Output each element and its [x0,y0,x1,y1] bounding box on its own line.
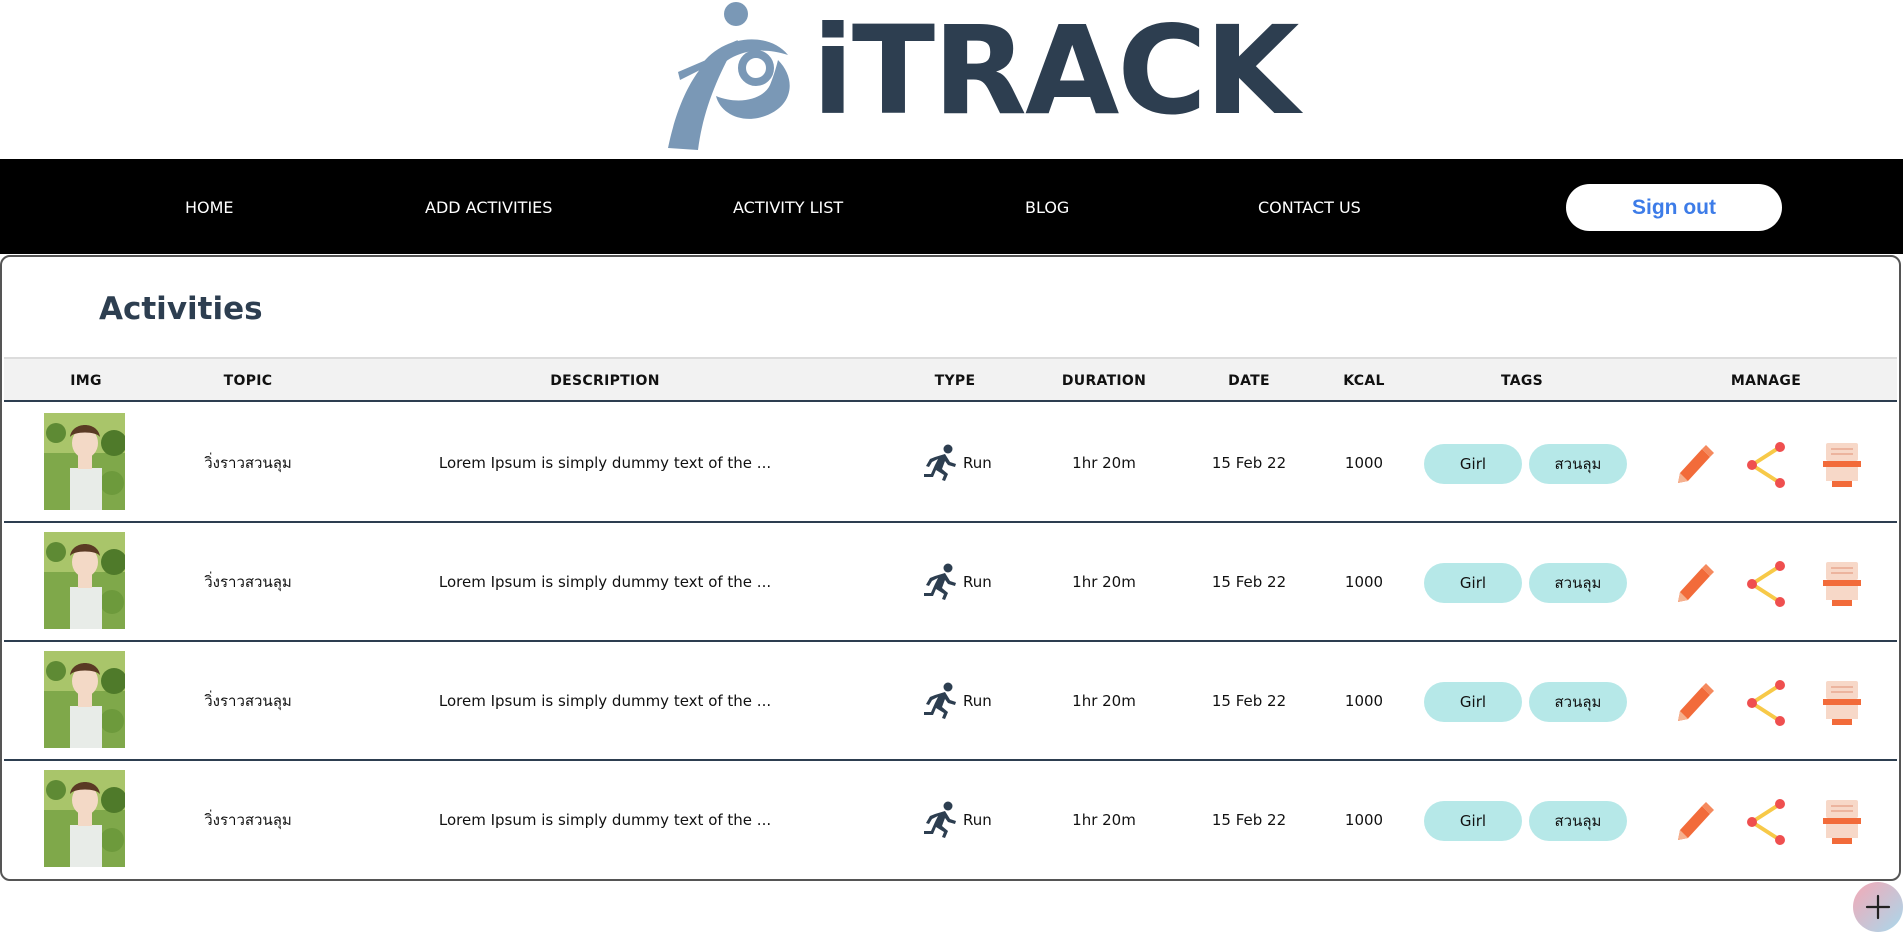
date-cell: 15 Feb 22 [1211,454,1287,472]
activities-panel: Activities IMG TOPIC DESCRIPTION TYPE DU… [0,255,1901,881]
edit-pencil-icon[interactable] [1670,679,1714,727]
nav-item-add-activities[interactable]: ADD ACTIVITIES [425,159,552,254]
tag-badge[interactable]: สวนลุม [1529,444,1627,484]
type-cell: Run [921,404,992,521]
kcal-cell: 1000 [1344,811,1384,829]
plus-icon [1865,894,1891,920]
tag-badge[interactable]: สวนลุม [1529,682,1627,722]
main-navbar: HOME ADD ACTIVITIES ACTIVITY LIST BLOG C… [0,159,1903,254]
kcal-cell: 1000 [1344,573,1384,591]
type-label: Run [963,810,992,829]
tag-badge[interactable]: Girl [1424,682,1522,722]
nav-item-activity-list[interactable]: ACTIVITY LIST [733,159,843,254]
share-icon[interactable] [1744,679,1788,727]
nav-item-contact-us[interactable]: CONTACT US [1258,159,1361,254]
delete-trash-icon[interactable] [1820,441,1864,489]
page-title: Activities [99,291,263,327]
table-row: วิ่งราวสวนลุม Lorem Ipsum is simply dumm… [4,523,1897,642]
table-row: วิ่งราวสวนลุม Lorem Ipsum is simply dumm… [4,642,1897,761]
column-header-description: DESCRIPTION [550,373,660,389]
running-icon [924,682,956,719]
description-cell: Lorem Ipsum is simply dummy text of the … [438,811,772,829]
running-icon [924,801,956,838]
edit-pencil-icon[interactable] [1670,441,1714,489]
share-icon[interactable] [1744,441,1788,489]
duration-cell: 1hr 20m [1072,573,1136,591]
tag-badge[interactable]: สวนลุม [1529,801,1627,841]
date-cell: 15 Feb 22 [1211,692,1287,710]
sign-out-button[interactable]: Sign out [1566,184,1782,231]
delete-trash-icon[interactable] [1820,679,1864,727]
share-icon[interactable] [1744,798,1788,846]
column-header-tags: TAGS [1500,373,1544,389]
kcal-cell: 1000 [1344,692,1384,710]
duration-cell: 1hr 20m [1072,811,1136,829]
column-header-type: TYPE [934,373,976,389]
running-icon [924,444,956,481]
nav-item-blog[interactable]: BLOG [1025,159,1069,254]
column-header-duration: DURATION [1061,373,1147,389]
table-row: วิ่งราวสวนลุม Lorem Ipsum is simply dumm… [4,761,1897,879]
description-cell: Lorem Ipsum is simply dummy text of the … [438,573,772,591]
column-header-date: DATE [1228,373,1270,389]
add-activity-fab[interactable] [1853,882,1903,932]
tag-badge[interactable]: Girl [1424,444,1522,484]
column-header-img: IMG [70,373,102,389]
kcal-cell: 1000 [1344,454,1384,472]
activity-thumbnail [44,532,125,629]
topic-cell: วิ่งราวสวนลุม [204,811,292,829]
type-label: Run [963,691,992,710]
description-cell: Lorem Ipsum is simply dummy text of the … [438,454,772,472]
nav-item-home[interactable]: HOME [185,159,234,254]
topic-cell: วิ่งราวสวนลุม [204,454,292,472]
duration-cell: 1hr 20m [1072,454,1136,472]
description-cell: Lorem Ipsum is simply dummy text of the … [438,692,772,710]
edit-pencil-icon[interactable] [1670,560,1714,608]
duration-cell: 1hr 20m [1072,692,1136,710]
date-cell: 15 Feb 22 [1211,573,1287,591]
activity-thumbnail [44,651,125,748]
tag-badge[interactable]: สวนลุม [1529,563,1627,603]
type-cell: Run [921,642,992,759]
column-header-topic: TOPIC [223,373,273,389]
share-icon[interactable] [1744,560,1788,608]
type-cell: Run [921,761,992,878]
type-label: Run [963,453,992,472]
tag-badge[interactable]: Girl [1424,801,1522,841]
topic-cell: วิ่งราวสวนลุม [204,573,292,591]
type-label: Run [963,572,992,591]
column-header-kcal: KCAL [1343,373,1385,389]
activity-thumbnail [44,770,125,867]
activity-thumbnail [44,413,125,510]
logo-header: iTRACK [0,0,1903,159]
delete-trash-icon[interactable] [1820,560,1864,608]
edit-pencil-icon[interactable] [1670,798,1714,846]
date-cell: 15 Feb 22 [1211,811,1287,829]
table-row: วิ่งราวสวนลุม Lorem Ipsum is simply dumm… [4,404,1897,523]
table-header: IMG TOPIC DESCRIPTION TYPE DURATION DATE… [4,357,1897,402]
column-header-manage: MANAGE [1730,373,1802,389]
type-cell: Run [921,523,992,640]
tag-badge[interactable]: Girl [1424,563,1522,603]
brand-name: iTRACK [812,0,1299,142]
delete-trash-icon[interactable] [1820,798,1864,846]
running-icon [924,563,956,600]
topic-cell: วิ่งราวสวนลุม [204,692,292,710]
